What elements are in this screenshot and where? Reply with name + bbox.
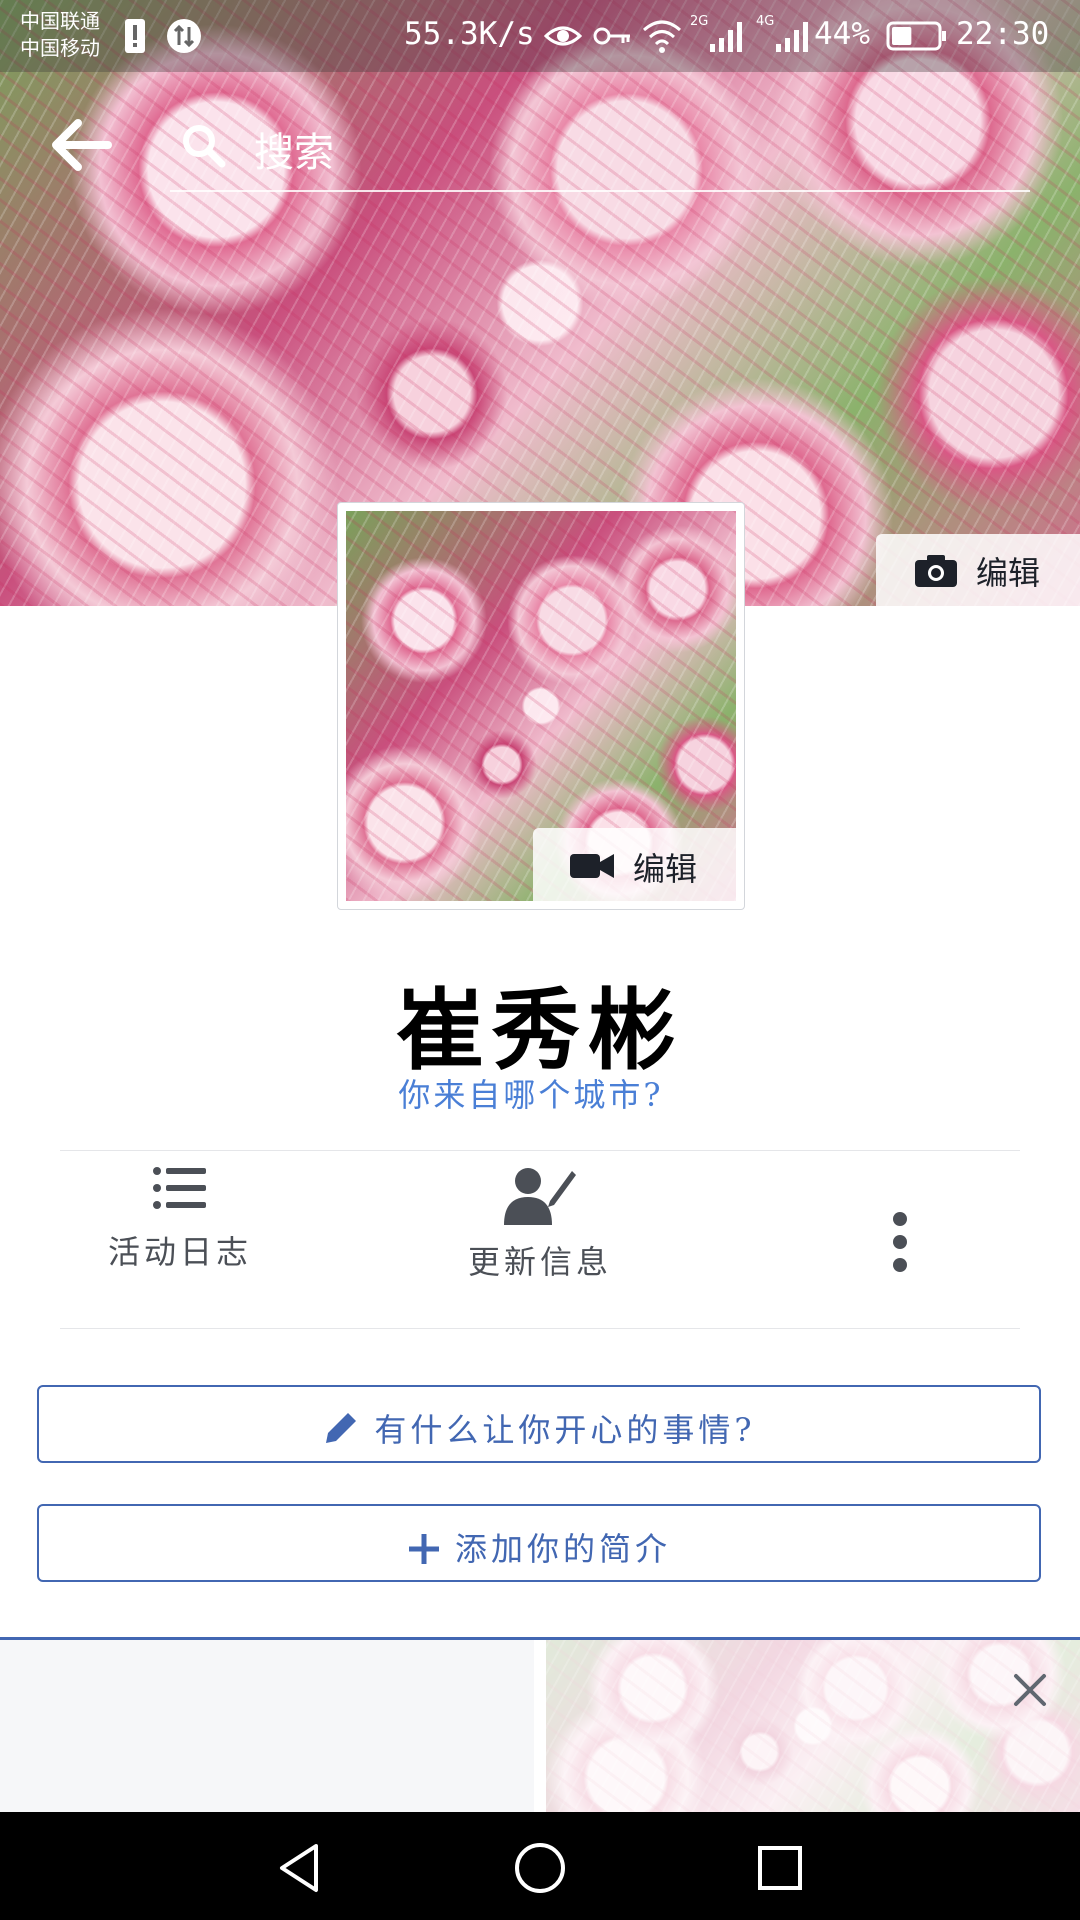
pencil-icon	[326, 1413, 357, 1443]
close-icon[interactable]	[1012, 1672, 1048, 1708]
system-nav-bar	[0, 1812, 1080, 1920]
divider	[60, 1328, 1020, 1329]
status-bar: 中国联通 中国移动 55.3K/s 2G 4G 44% 22:30	[0, 0, 1080, 72]
edit-profile-video-button[interactable]: 编辑	[533, 828, 736, 901]
activity-log-button[interactable]: 活动日志	[80, 1165, 280, 1315]
carrier-1: 中国联通	[20, 9, 100, 33]
search-placeholder: 搜索	[254, 130, 334, 176]
update-info-label: 更新信息	[467, 1243, 612, 1281]
city-prompt-link[interactable]: 你来自哪个城市?	[0, 1070, 1062, 1116]
camera-icon	[915, 555, 957, 587]
eye-icon	[544, 26, 582, 46]
wifi-icon	[643, 20, 681, 53]
status-prompt-button[interactable]: 有什么让你开心的事情?	[37, 1385, 1041, 1463]
edit-profile-label: 编辑	[633, 850, 698, 888]
update-info-button[interactable]: 更新信息	[440, 1165, 640, 1315]
battery-percent: 44%	[814, 16, 870, 52]
signal-icon	[710, 22, 742, 52]
edit-cover-label: 编辑	[976, 554, 1041, 592]
add-bio-label: 添加你的简介	[454, 1530, 671, 1568]
search-icon	[183, 125, 226, 168]
profile-name: 崔秀彬	[395, 978, 684, 1082]
clock: 22:30	[956, 16, 1050, 52]
edit-cover-button[interactable]: 编辑	[876, 534, 1080, 606]
network-2g-label: 2G	[690, 14, 709, 29]
add-bio-button[interactable]: 添加你的简介	[37, 1504, 1041, 1582]
data-transfer-icon	[167, 19, 201, 53]
plus-icon	[408, 1534, 439, 1564]
more-vertical-icon	[893, 1212, 907, 1272]
search-input[interactable]: 搜索	[170, 100, 1030, 192]
carrier-labels: 中国联通 中国移动	[20, 8, 100, 62]
divider	[60, 1150, 1020, 1151]
back-triangle-icon[interactable]	[272, 1840, 328, 1896]
edit-profile-icon	[504, 1168, 576, 1225]
recents-square-icon[interactable]	[752, 1840, 808, 1896]
status-prompt-label: 有什么让你开心的事情?	[374, 1411, 756, 1449]
home-circle-icon[interactable]	[512, 1840, 568, 1896]
list-icon	[153, 1167, 206, 1209]
activity-log-label: 活动日志	[107, 1233, 252, 1271]
alert-icon	[125, 19, 145, 53]
photo-thumbnail[interactable]	[546, 1640, 1080, 1812]
carrier-2: 中国移动	[20, 36, 100, 60]
signal-icon	[776, 22, 808, 52]
more-options-button[interactable]	[870, 1165, 930, 1315]
key-icon	[593, 27, 630, 45]
profile-photo-frame[interactable]: 编辑	[337, 502, 745, 910]
photo-placeholder	[0, 1640, 534, 1812]
battery-icon	[886, 21, 946, 51]
video-camera-icon	[570, 854, 614, 878]
back-arrow-icon[interactable]	[50, 118, 112, 172]
net-speed: 55.3K/s	[404, 16, 535, 52]
network-4g-label: 4G	[756, 14, 775, 29]
